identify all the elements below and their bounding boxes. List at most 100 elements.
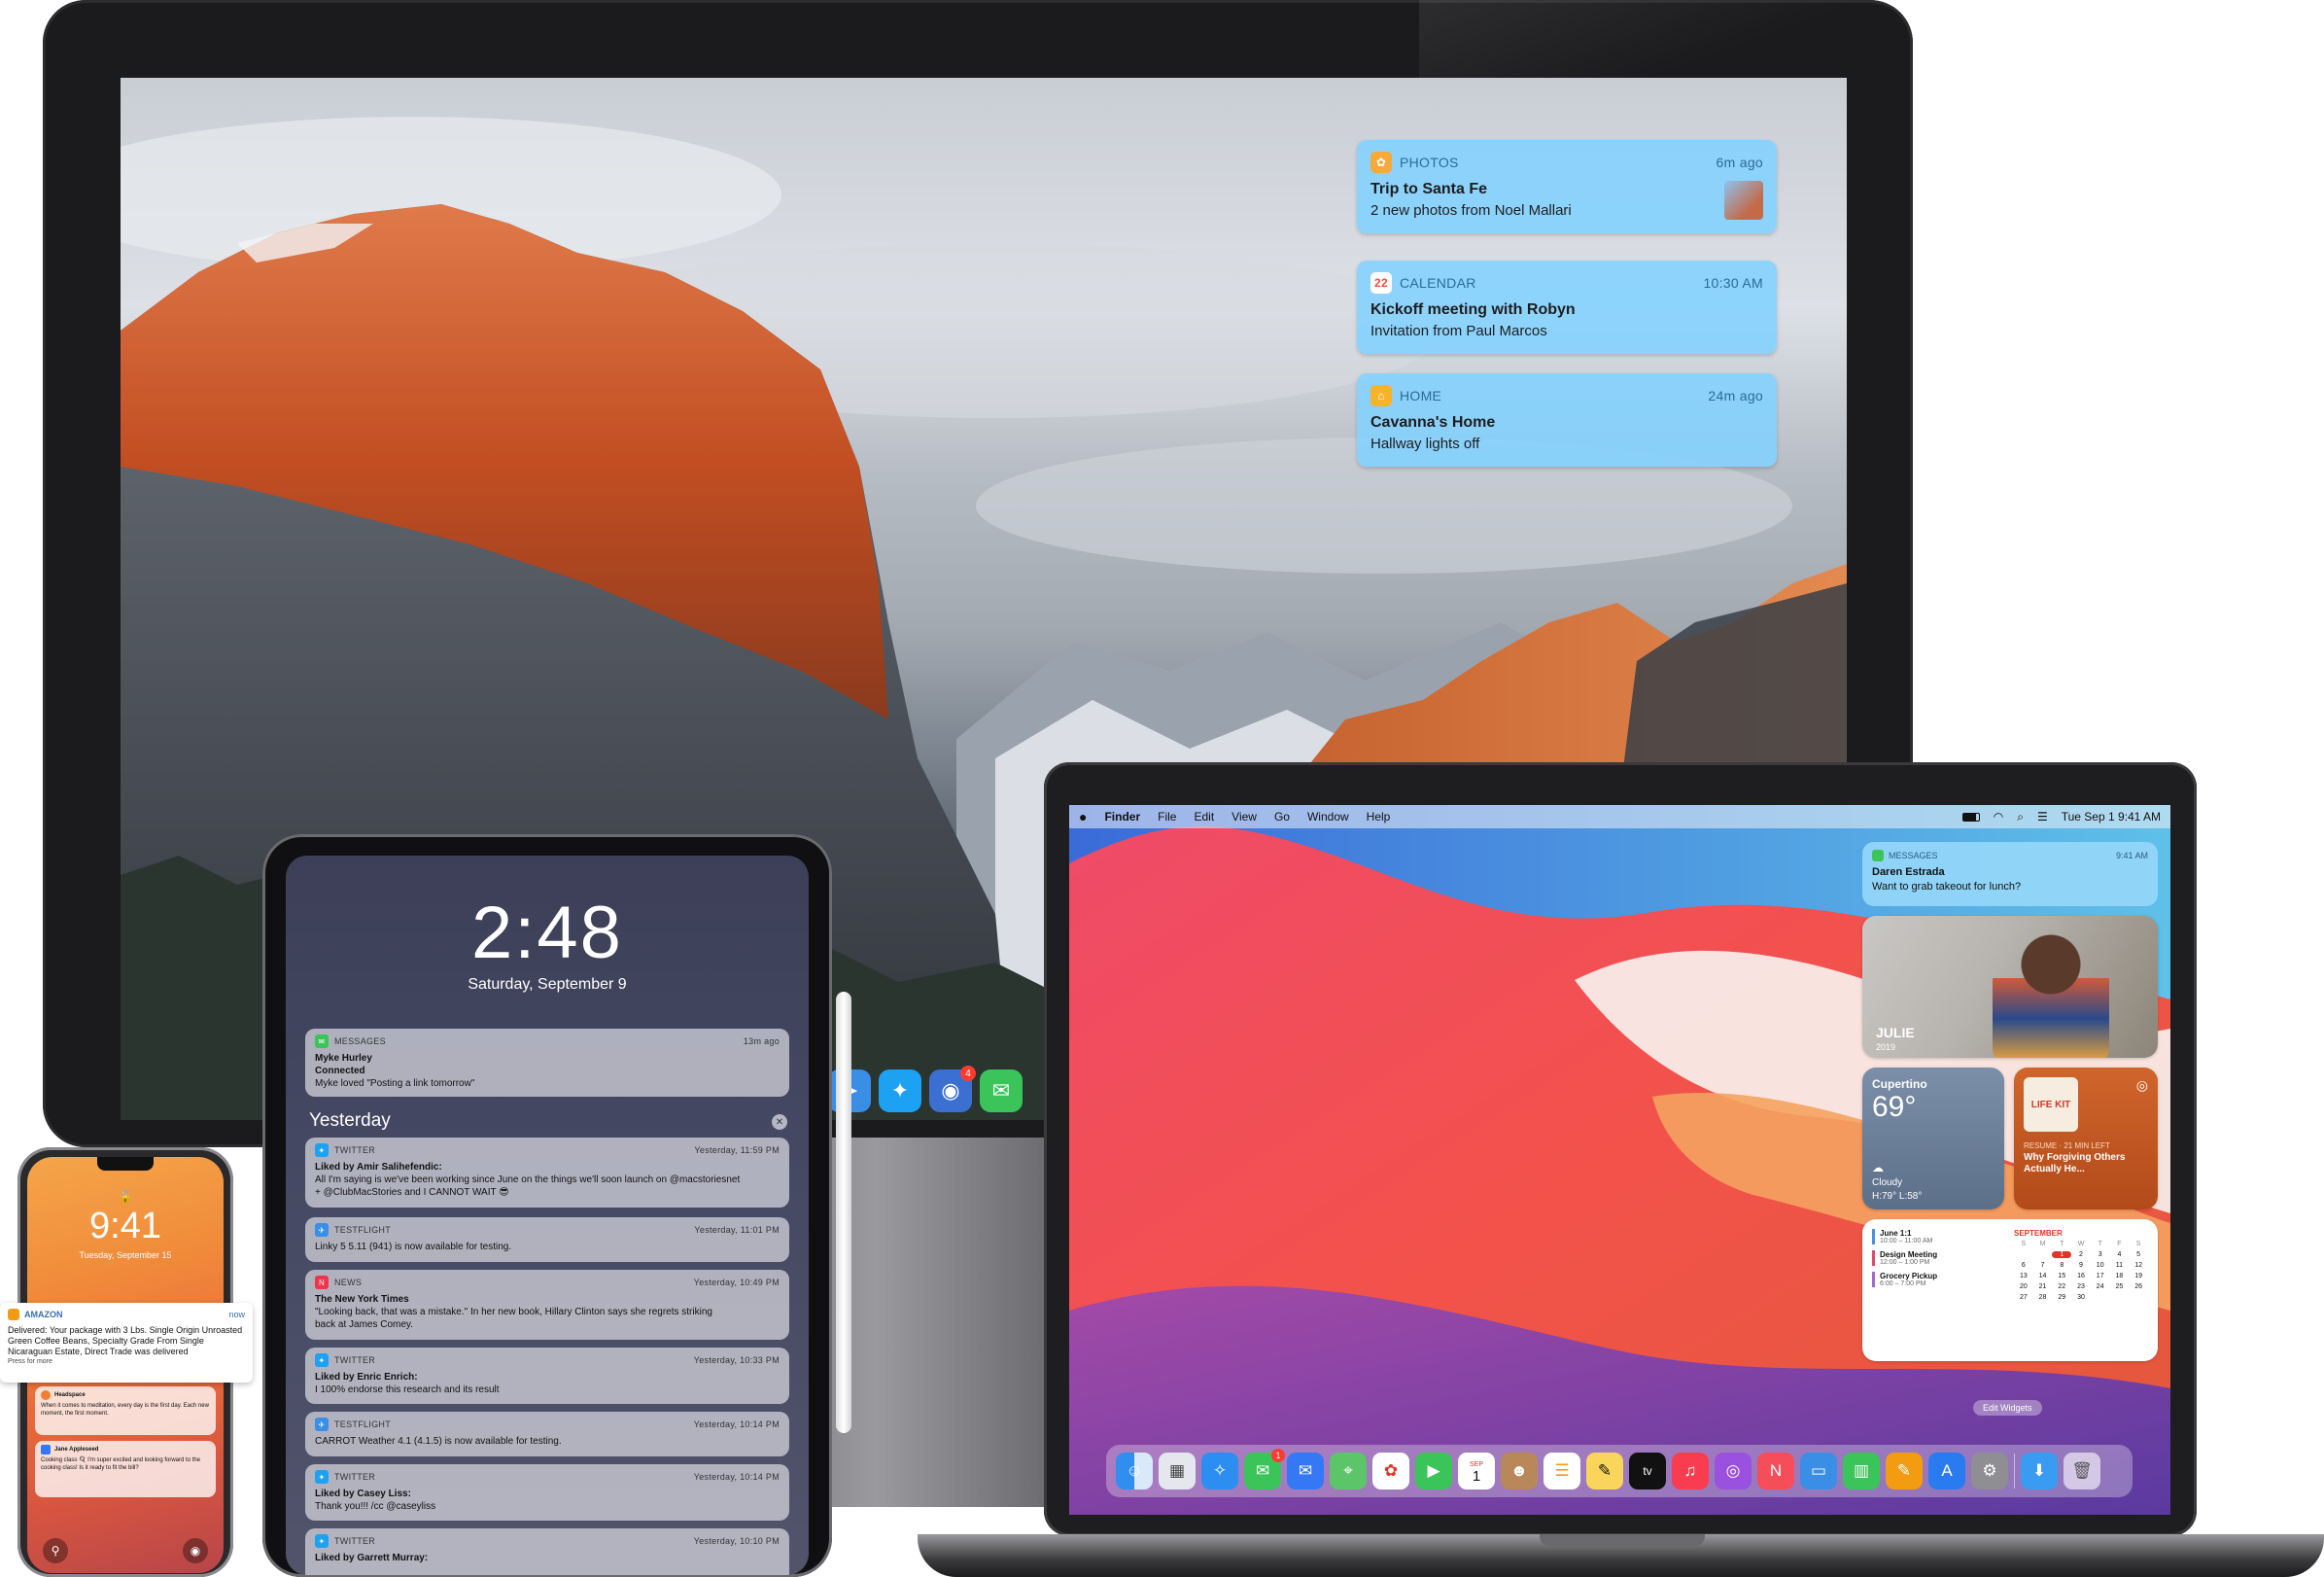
imac-notification-home[interactable]: ⌂ HOME 24m ago Cavanna's Home Hallway ligh… xyxy=(1357,373,1777,467)
iphone-amazon-notification[interactable]: AMAZON now Delivered: Your package with … xyxy=(0,1303,253,1383)
photos-icon[interactable]: ✿ xyxy=(1372,1453,1409,1489)
notification-app: AMAZON xyxy=(24,1310,63,1319)
calendar-day[interactable]: 22 xyxy=(2052,1283,2071,1290)
calendar-day[interactable]: 8 xyxy=(2052,1262,2071,1269)
calendar-day[interactable]: 25 xyxy=(2110,1283,2130,1290)
calendar-event[interactable]: June 1:1 10:00 – 11:00 AM xyxy=(1872,1229,2008,1244)
menubar-clock[interactable]: Tue Sep 1 9:41 AM xyxy=(2062,810,2161,824)
twitter-icon[interactable]: ✦ xyxy=(879,1069,921,1112)
system-preferences-icon[interactable]: ⚙ xyxy=(1971,1453,2008,1489)
menu-view[interactable]: View xyxy=(1231,810,1257,824)
calendar-day[interactable]: 6 xyxy=(2014,1262,2033,1269)
ipad-notification-twitter[interactable]: ✦ TWITTER Yesterday, 10:14 PM Liked by Cas… xyxy=(305,1464,789,1521)
messages-icon[interactable]: ✉ 1 xyxy=(1244,1449,1285,1489)
podcasts-icon[interactable]: ◎ xyxy=(1715,1453,1752,1489)
calendar-day[interactable]: 12 xyxy=(2129,1262,2148,1269)
calendar-day[interactable]: 21 xyxy=(2033,1283,2053,1290)
calendar-day[interactable]: 26 xyxy=(2129,1283,2148,1290)
maps-icon[interactable]: ⌖ xyxy=(1330,1453,1367,1489)
clear-notifications-icon[interactable]: ✕ xyxy=(772,1114,787,1130)
calendar-day[interactable]: 17 xyxy=(2091,1273,2110,1279)
imac-notification-calendar[interactable]: 22 CALENDAR 10:30 AM Kickoff meeting with … xyxy=(1357,261,1777,354)
control-center-icon[interactable]: ☰ xyxy=(2037,810,2048,824)
tweetbot-icon[interactable]: ◉ 4 xyxy=(929,1066,976,1112)
menu-file[interactable]: File xyxy=(1158,810,1176,824)
flashlight-icon[interactable]: ⚲ xyxy=(43,1538,68,1563)
facetime-icon[interactable]: ▶ xyxy=(1415,1453,1452,1489)
imac-notification-photos[interactable]: ✿ PHOTOS 6m ago Trip to Santa Fe 2 new pho… xyxy=(1357,140,1777,233)
launchpad-icon[interactable]: ▦ xyxy=(1159,1453,1196,1489)
macbook-message-notification[interactable]: MESSAGES 9:41 AM Daren Estrada Want to g… xyxy=(1862,842,2158,906)
calendar-day[interactable]: 9 xyxy=(2071,1262,2091,1269)
podcasts-widget[interactable]: LIFE KIT ◎ RESUME · 21 MIN LEFT Why Forg… xyxy=(2014,1068,2158,1209)
calendar-day[interactable]: 20 xyxy=(2014,1283,2033,1290)
finder-icon[interactable]: ☺ xyxy=(1116,1453,1153,1489)
calendar-icon[interactable]: SEP 1 xyxy=(1458,1453,1495,1489)
reminders-icon[interactable]: ☰ xyxy=(1544,1453,1580,1489)
menu-app[interactable]: Finder xyxy=(1104,810,1140,824)
battery-icon[interactable] xyxy=(1961,812,1980,822)
calendar-day[interactable]: 1 xyxy=(2052,1251,2072,1258)
calendar-day[interactable]: 2 xyxy=(2071,1251,2091,1258)
safari-icon[interactable]: ✧ xyxy=(1201,1453,1238,1489)
ipad-notification-twitter[interactable]: ✦ TWITTER Yesterday, 10:33 PM Liked by Enr… xyxy=(305,1348,789,1404)
calendar-day[interactable]: 24 xyxy=(2091,1283,2110,1290)
music-icon[interactable]: ♫ xyxy=(1672,1453,1709,1489)
calendar-day[interactable]: 15 xyxy=(2052,1273,2071,1279)
wifi-icon[interactable]: ◠ xyxy=(1994,810,2003,824)
menu-edit[interactable]: Edit xyxy=(1194,810,1214,824)
calendar-widget[interactable]: June 1:1 10:00 – 11:00 AM Design Meeting… xyxy=(1862,1219,2158,1361)
calendar-day[interactable]: 19 xyxy=(2129,1273,2148,1279)
apple-menu-icon[interactable]: ● xyxy=(1079,809,1087,824)
contacts-icon[interactable]: ☻ xyxy=(1501,1453,1538,1489)
calendar-day[interactable]: 11 xyxy=(2110,1262,2130,1269)
trash-icon[interactable]: 🗑 xyxy=(2064,1453,2100,1489)
numbers-icon[interactable]: ▥ xyxy=(1843,1453,1880,1489)
ipad-notification-twitter[interactable]: ✦ TWITTER Yesterday, 11:59 PM Liked by Ami… xyxy=(305,1138,789,1208)
lock-screen-time: 9:41 xyxy=(89,1206,161,1246)
menu-help[interactable]: Help xyxy=(1367,810,1391,824)
calendar-day[interactable]: 14 xyxy=(2033,1273,2053,1279)
calendar-day[interactable]: 13 xyxy=(2014,1273,2033,1279)
macbook-screen: ● Finder File Edit View Go Window Help ◠… xyxy=(1069,805,2170,1515)
apple-tv-icon[interactable]: tv xyxy=(1629,1453,1666,1489)
news-icon[interactable]: N xyxy=(1757,1453,1794,1489)
iphone-notification-headspace[interactable]: Headspace When it comes to meditation, e… xyxy=(35,1386,216,1435)
ipad-notification-testflight[interactable]: ✈ TESTFLIGHT Yesterday, 11:01 PM Linky 5 5… xyxy=(305,1217,789,1262)
pages-icon[interactable]: ✎ xyxy=(1886,1453,1923,1489)
app-store-icon[interactable]: A xyxy=(1928,1453,1965,1489)
edit-widgets-button[interactable]: Edit Widgets xyxy=(1973,1400,2042,1416)
messages-icon[interactable]: ✉ xyxy=(980,1069,1023,1112)
calendar-day[interactable]: 4 xyxy=(2110,1251,2130,1258)
calendar-event[interactable]: Grocery Pickup 6:00 – 7:00 PM xyxy=(1872,1272,2008,1287)
calendar-event[interactable]: Design Meeting 12:00 – 1:00 PM xyxy=(1872,1250,2008,1266)
calendar-day[interactable]: 29 xyxy=(2052,1294,2071,1301)
camera-icon[interactable]: ◉ xyxy=(183,1538,208,1563)
keynote-icon[interactable]: ▭ xyxy=(1800,1453,1837,1489)
calendar-day[interactable]: 27 xyxy=(2014,1294,2033,1301)
calendar-day[interactable]: 10 xyxy=(2091,1262,2110,1269)
search-icon[interactable]: ⌕ xyxy=(2017,810,2024,824)
weather-widget[interactable]: Cupertino 69° ☁ Cloudy H:79° L:58° xyxy=(1862,1068,2004,1209)
menu-window[interactable]: Window xyxy=(1307,810,1349,824)
ipad-notification-testflight[interactable]: ✈ TESTFLIGHT Yesterday, 10:14 PM CARROT We… xyxy=(305,1412,789,1456)
calendar-day[interactable]: 7 xyxy=(2033,1262,2053,1269)
calendar-day[interactable]: 28 xyxy=(2033,1294,2053,1301)
calendar-day[interactable]: 23 xyxy=(2071,1283,2091,1290)
ipad-notification-messages[interactable]: ✉ MESSAGES 13m ago Myke Hurley Connected Myk… xyxy=(305,1029,789,1097)
calendar-day[interactable]: 5 xyxy=(2129,1251,2148,1258)
ipad-notification-twitter[interactable]: ✦ TWITTER Yesterday, 10:10 PM Liked by Gar… xyxy=(305,1528,789,1575)
notification-hint: Press for more xyxy=(8,1358,52,1365)
photos-widget[interactable]: JULIE 2019 xyxy=(1862,916,2158,1058)
downloads-folder-icon[interactable]: ⬇ xyxy=(2021,1453,2058,1489)
calendar-day[interactable]: 16 xyxy=(2071,1273,2091,1279)
mail-icon[interactable]: ✉ xyxy=(1287,1453,1324,1489)
ipad-notification-news[interactable]: N NEWS Yesterday, 10:49 PM The New York Ti… xyxy=(305,1270,789,1340)
calendar-day[interactable]: 3 xyxy=(2091,1251,2110,1258)
calendar-day[interactable]: 18 xyxy=(2110,1273,2130,1279)
notes-icon[interactable]: ✎ xyxy=(1586,1453,1623,1489)
iphone-notification-message[interactable]: Jane Appleseed Cooking class 🍳 I'm super… xyxy=(35,1441,216,1497)
menu-go[interactable]: Go xyxy=(1274,810,1290,824)
calendar-day[interactable]: 30 xyxy=(2071,1294,2091,1301)
iphone-notch xyxy=(97,1157,154,1171)
